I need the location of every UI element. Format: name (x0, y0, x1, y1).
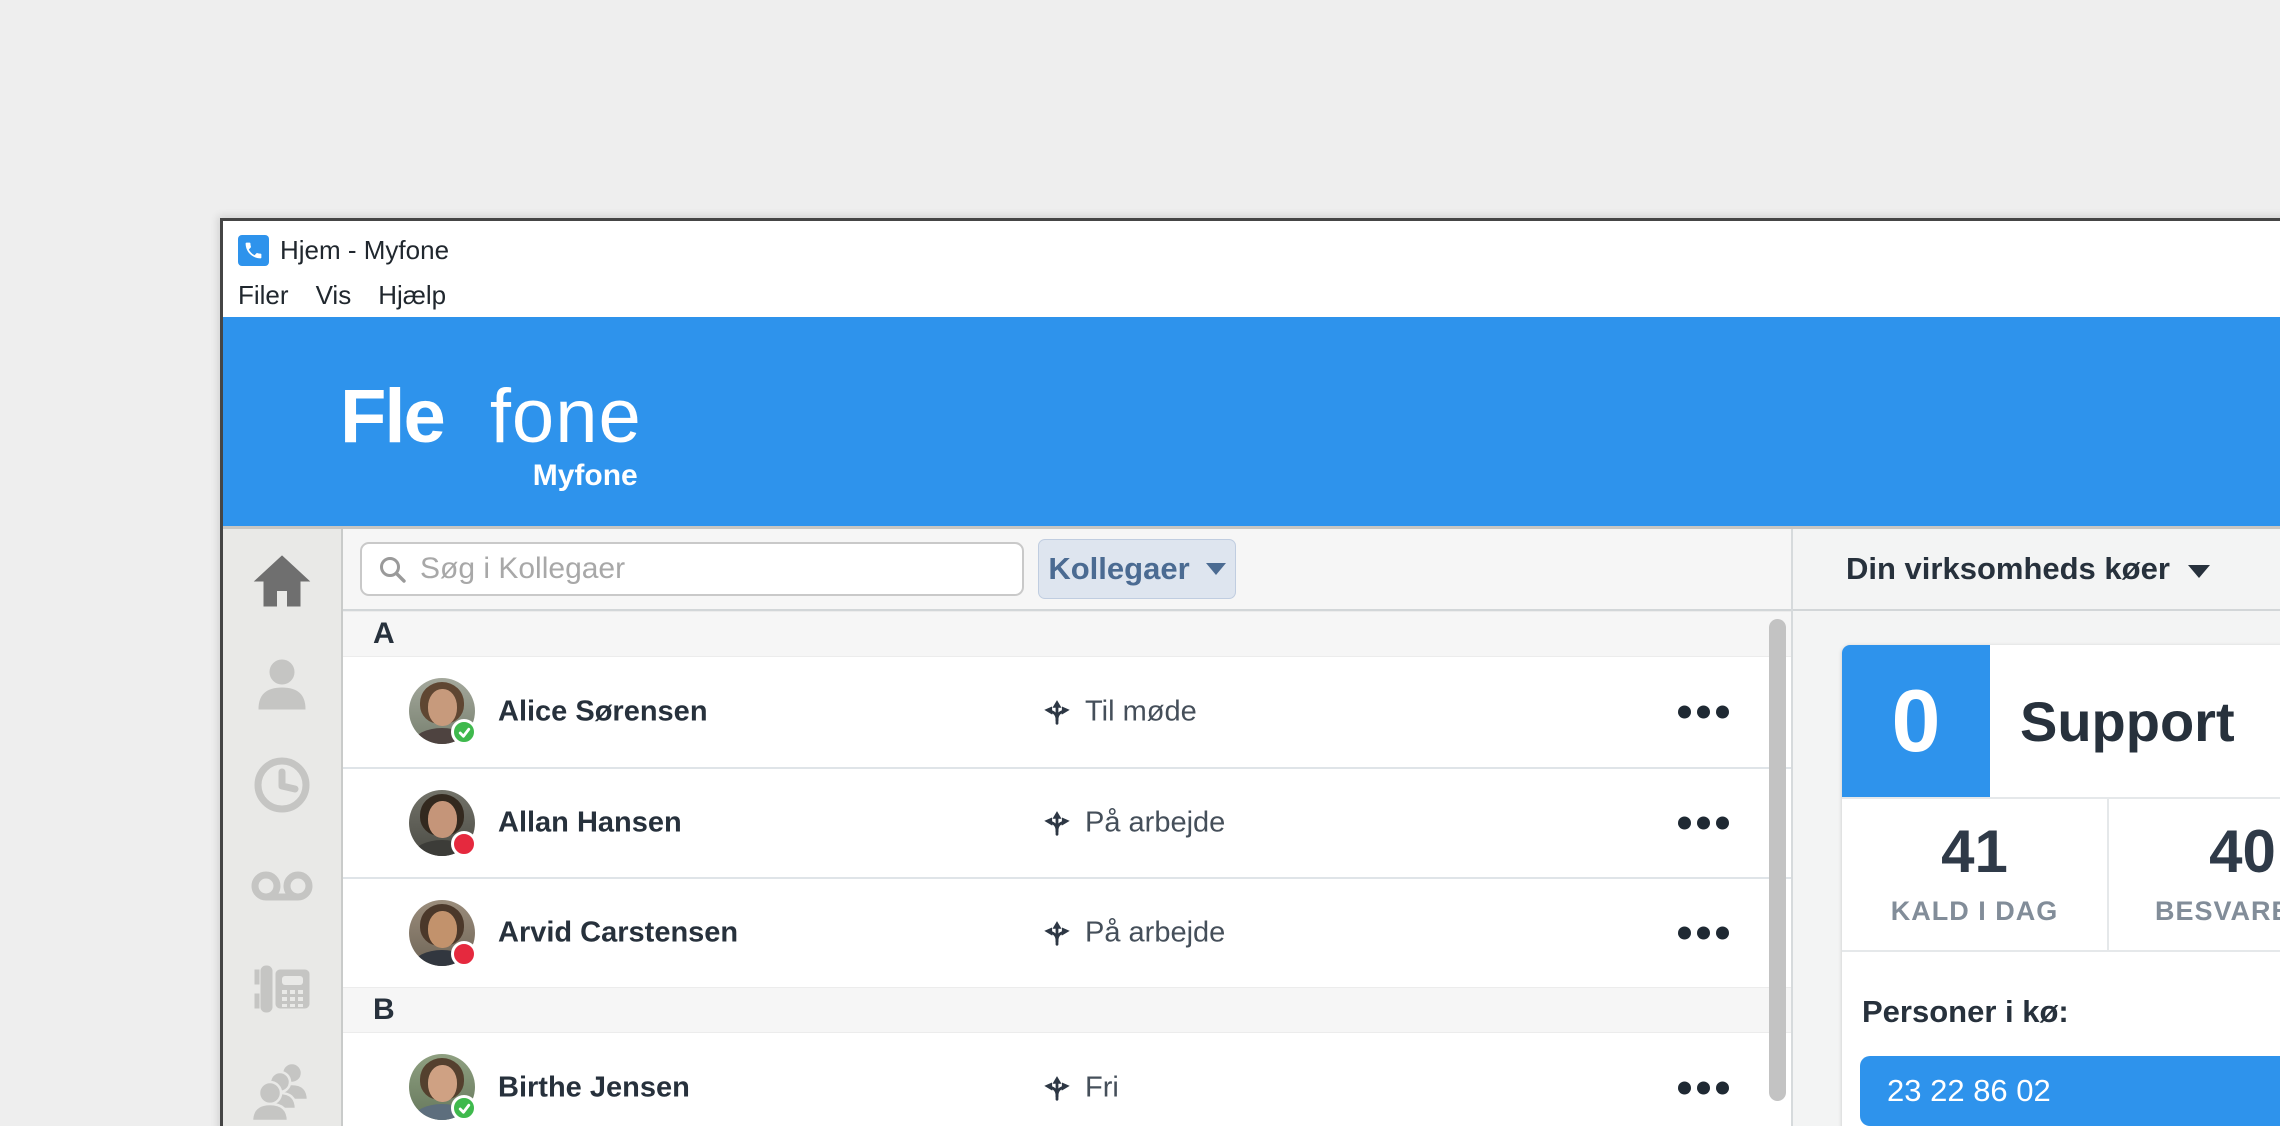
clock-icon (253, 756, 311, 814)
search-input[interactable] (420, 552, 980, 586)
queue-name: Support (2020, 645, 2235, 797)
queue-waiting-count: 0 (1842, 645, 1990, 797)
flexfone-logo: Flexfone Myfone (340, 379, 642, 493)
chevron-down-icon (1206, 563, 1226, 575)
contact-list: A Alice Sørensen Til (343, 611, 1791, 1126)
contact-status: Fri (1043, 1072, 1119, 1105)
section-rows: Alice Sørensen Til møde (343, 657, 1791, 987)
filter-dropdown-button[interactable]: Kollegaer (1038, 539, 1236, 599)
contact-status-text: Fri (1085, 1072, 1119, 1105)
logo-text-bold: Fle (340, 379, 444, 455)
section-letter: B (343, 987, 1791, 1033)
menu-filer[interactable]: Filer (238, 280, 289, 311)
chevron-down-icon (2188, 565, 2210, 578)
avatar (409, 900, 475, 966)
sidebar-item-deskphone[interactable] (223, 938, 341, 1040)
contact-name: Birthe Jensen (498, 1072, 690, 1105)
sidebar-item-history[interactable] (223, 734, 341, 836)
contact-row[interactable]: Alice Sørensen Til møde (343, 657, 1791, 767)
section-letter: A (343, 611, 1791, 657)
logo-text-light: fone (490, 379, 642, 455)
queue-members-section: Personer i kø: 23 22 86 02 (1842, 952, 2280, 1126)
presence-badge (451, 719, 477, 745)
sidebar-item-groups[interactable] (223, 1040, 341, 1126)
contact-name: Allan Hansen (498, 807, 682, 840)
sidebar-item-contacts[interactable] (223, 632, 341, 734)
queue-member-number[interactable]: 23 22 86 02 (1860, 1056, 2280, 1126)
call-routing-icon (1043, 809, 1071, 837)
home-icon (253, 553, 311, 609)
check-icon (457, 1101, 472, 1116)
brand-header: Flexfone Myfone (223, 317, 2280, 529)
queues-dropdown[interactable]: Din virksomheds køer (1793, 529, 2280, 611)
menu-hjaelp[interactable]: Hjælp (378, 280, 446, 311)
call-routing-icon (1043, 1074, 1071, 1102)
contact-status-text: På arbejde (1085, 917, 1225, 950)
phone-icon[interactable] (238, 235, 269, 266)
search-icon (379, 556, 406, 583)
queue-card-header: 0 Support (1842, 645, 2280, 797)
avatar (409, 790, 475, 856)
presence-badge (451, 831, 477, 857)
contact-status: På arbejde (1043, 807, 1225, 840)
call-routing-icon (1043, 919, 1071, 947)
contact-status: Til møde (1043, 696, 1197, 729)
presence-badge (451, 941, 477, 967)
queue-members-label: Personer i kø: (1862, 994, 2280, 1030)
menu-vis[interactable]: Vis (316, 280, 352, 311)
presence-badge (451, 1095, 477, 1121)
scrollbar-thumb[interactable] (1769, 619, 1786, 1101)
avatar (409, 1054, 475, 1120)
nav-sidebar (223, 529, 343, 1126)
contact-row[interactable]: Arvid Carstensen På arbejde (343, 877, 1791, 987)
search-band: Kollegaer (343, 529, 1791, 611)
avatar (409, 678, 475, 744)
stat-answered: 40 BESVAREDE (2109, 799, 2280, 950)
voicemail-icon (251, 867, 313, 907)
myfone-window: Hjem - Myfone Filer Vis Hjælp Flexfone M… (220, 218, 2280, 1126)
sidebar-item-home[interactable] (223, 530, 341, 632)
stat-label: BESVAREDE (2155, 896, 2280, 927)
queues-header-label: Din virksomheds køer (1846, 551, 2170, 587)
contact-name: Alice Sørensen (498, 696, 708, 729)
queue-stats: 41 KALD I DAG 40 BESVAREDE (1842, 797, 2280, 952)
contact-section: B Birthe Jensen Fri (343, 987, 1791, 1126)
more-options-button[interactable] (1678, 700, 1729, 725)
logo-x-glyph: x (444, 379, 490, 455)
groups-icon (250, 1060, 314, 1122)
contact-name: Arvid Carstensen (498, 917, 738, 950)
call-routing-icon (1043, 698, 1071, 726)
check-icon (457, 725, 472, 740)
stat-value: 40 (2209, 822, 2276, 882)
stat-calls-today: 41 KALD I DAG (1842, 799, 2109, 950)
filter-label: Kollegaer (1048, 551, 1189, 587)
deskphone-icon (253, 964, 311, 1014)
queues-pane: Din virksomheds køer 0 Support 41 KALD I… (1793, 529, 2280, 1126)
more-options-button[interactable] (1678, 811, 1729, 836)
logo-subtitle: Myfone (340, 459, 642, 493)
colleagues-pane: Kollegaer A Alice Sørensen (343, 529, 1793, 1126)
stat-label: KALD I DAG (1891, 896, 2059, 927)
more-options-button[interactable] (1678, 921, 1729, 946)
contact-status: På arbejde (1043, 917, 1225, 950)
contact-status-text: På arbejde (1085, 807, 1225, 840)
search-box (360, 542, 1024, 596)
contact-row[interactable]: Allan Hansen På arbejde (343, 767, 1791, 877)
window-title: Hjem - Myfone (280, 235, 449, 266)
stat-value: 41 (1941, 822, 2008, 882)
titlebar: Hjem - Myfone (223, 221, 2280, 280)
sidebar-item-voicemail[interactable] (223, 836, 341, 938)
more-options-button[interactable] (1678, 1076, 1729, 1101)
section-rows: Birthe Jensen Fri (343, 1033, 1791, 1126)
contact-row[interactable]: Birthe Jensen Fri (343, 1033, 1791, 1126)
queue-card-support: 0 Support 41 KALD I DAG 40 BESVAREDE Per… (1842, 645, 2280, 1126)
menubar: Filer Vis Hjælp (223, 280, 2280, 317)
contact-status-text: Til møde (1085, 696, 1197, 729)
contact-icon (254, 656, 310, 710)
contact-section: A Alice Sørensen Til (343, 611, 1791, 987)
